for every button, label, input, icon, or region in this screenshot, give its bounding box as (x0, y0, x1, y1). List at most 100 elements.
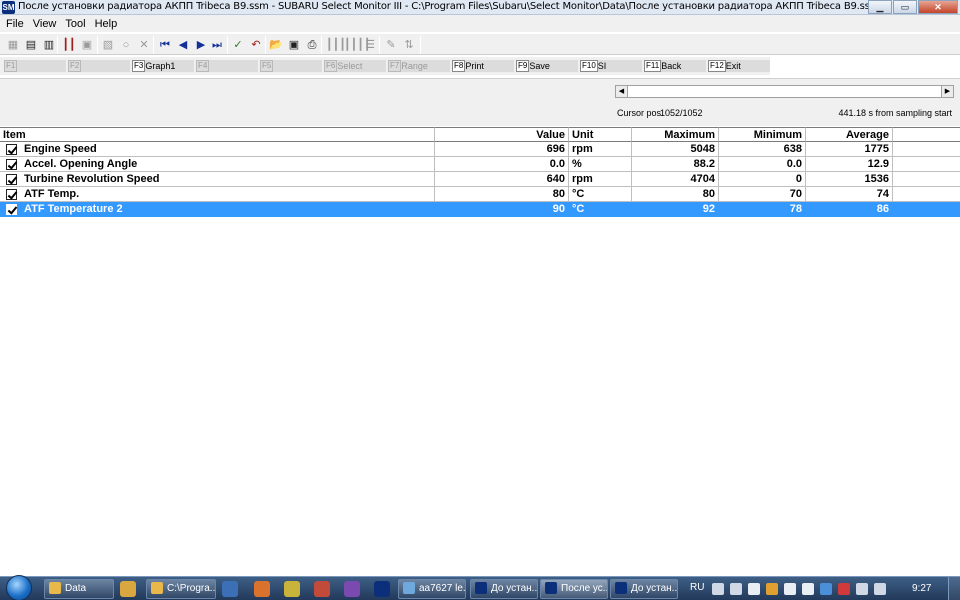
app-yellow-icon[interactable] (284, 581, 300, 597)
taskbar-task[interactable]: До устан... (610, 579, 678, 599)
tray-orange-icon[interactable] (766, 583, 778, 595)
digital-icon[interactable]: ▣ (79, 37, 95, 53)
cross-icon[interactable]: ✕ (136, 37, 152, 53)
tray-extra-icon[interactable] (874, 583, 886, 595)
check-icon[interactable]: ✓ (230, 37, 246, 53)
minimize-button[interactable]: ▁ (868, 0, 892, 14)
start-button[interactable] (6, 575, 32, 600)
row-checkbox[interactable] (6, 203, 17, 215)
data-list-icon[interactable]: ▦ (5, 37, 21, 53)
menu-tool[interactable]: Tool (62, 18, 91, 30)
table-row[interactable]: Turbine Revolution Speed 640 rpm 4704 0 1536 (0, 172, 960, 187)
row-checkbox[interactable] (6, 158, 17, 170)
subaru-icon[interactable] (374, 581, 390, 597)
tray-blue-icon[interactable] (820, 583, 832, 595)
scroll-right-icon[interactable]: ▶ (941, 85, 954, 98)
taskbar-task[interactable]: До устан... (470, 579, 538, 599)
horizontal-scrollbar[interactable]: ◀ ▶ (615, 85, 954, 98)
explorer-icon[interactable] (120, 581, 136, 597)
bars-icon[interactable]: ┃┃ (61, 37, 77, 53)
item-name: Engine Speed (24, 143, 97, 155)
graph-line-icon[interactable]: ▥ (41, 37, 57, 53)
open-icon[interactable]: 📂 (268, 37, 284, 53)
table-row[interactable]: Engine Speed 696 rpm 5048 638 1775 (0, 142, 960, 157)
cell-item: Engine Speed (0, 142, 435, 157)
fkey-f6: F6 Select (324, 60, 386, 72)
columns-icon[interactable]: ┃┃┃ (326, 37, 346, 53)
menu-help[interactable]: Help (92, 18, 124, 30)
task-label: aa7627 le... (419, 583, 466, 594)
media-icon[interactable] (222, 581, 238, 597)
print-icon[interactable]: ⎙ (304, 37, 320, 53)
cell-value: 0.0 (435, 157, 569, 172)
save-icon[interactable]: ▣ (286, 37, 302, 53)
taskbar-task[interactable]: Data (44, 579, 114, 599)
fkey-f9[interactable]: F9 Save (516, 60, 578, 72)
network-icon[interactable] (802, 583, 814, 595)
title-bar[interactable]: SM После установки радиатора АКПП Tribec… (0, 0, 960, 15)
header-unit[interactable]: Unit (569, 127, 632, 142)
shield-icon[interactable] (856, 583, 868, 595)
fkey-f11[interactable]: F11 Back (644, 60, 706, 72)
clock[interactable]: 9:27 (912, 583, 931, 594)
cell-min: 78 (719, 202, 806, 217)
volume-icon[interactable] (748, 583, 760, 595)
header-maximum[interactable]: Maximum (632, 127, 719, 142)
tray-red-icon[interactable] (838, 583, 850, 595)
fkey-action-label: Range (401, 61, 428, 71)
app-orange-icon[interactable] (254, 581, 270, 597)
header-item[interactable]: Item (0, 127, 435, 142)
table-row[interactable]: ATF Temperature 2 90 °C 92 78 86 (0, 202, 960, 217)
columns-wide-icon[interactable]: ┃┃┃┃ (344, 37, 371, 53)
mark-icon[interactable]: ▧ (100, 37, 116, 53)
prev-icon[interactable]: ◀ (175, 37, 191, 53)
fkey-f10[interactable]: F10 SI (580, 60, 642, 72)
task-label: До устан... (491, 583, 538, 594)
taskbar-task[interactable]: C:\Progra... (146, 579, 216, 599)
window-title: После установки радиатора АКПП Tribeca B… (18, 1, 880, 12)
row-checkbox[interactable] (6, 143, 17, 155)
first-icon[interactable]: ⏮ (157, 37, 173, 53)
header-value[interactable]: Value (435, 127, 569, 142)
fkey-f8[interactable]: F8 Print (452, 60, 514, 72)
fkey-f12[interactable]: F12 Exit (708, 60, 770, 72)
app-purple-icon[interactable] (344, 581, 360, 597)
language-indicator[interactable]: RU (690, 582, 704, 593)
taskbar-task[interactable]: aa7627 le... (398, 579, 466, 599)
toolbar-separator (265, 36, 266, 54)
fkey-key-label: F1 (4, 60, 18, 72)
header-minimum[interactable]: Minimum (719, 127, 806, 142)
fkey-action-label: Print (465, 61, 484, 71)
app-red-icon[interactable] (314, 581, 330, 597)
graph-icon[interactable]: ▤ (23, 37, 39, 53)
cell-value: 80 (435, 187, 569, 202)
row-checkbox[interactable] (6, 188, 17, 200)
flag-icon[interactable] (784, 583, 796, 595)
undo-icon[interactable]: ↶ (248, 37, 264, 53)
tray-app-icon[interactable] (712, 583, 724, 595)
next-icon[interactable]: ▶ (193, 37, 209, 53)
pen-icon[interactable]: ✎ (383, 37, 399, 53)
show-desktop-button[interactable] (948, 577, 960, 600)
header-average[interactable]: Average (806, 127, 893, 142)
table-row[interactable]: Accel. Opening Angle 0.0% 88.2 0.0 12.9 (0, 157, 960, 172)
fkey-f3[interactable]: F3 Graph1 (132, 60, 194, 72)
table-row[interactable]: ATF Temp. 80 °C 80 70 74 (0, 187, 960, 202)
row-checkbox[interactable] (6, 173, 17, 185)
cell-filler (893, 142, 960, 157)
sort-icon[interactable]: ⇅ (401, 37, 417, 53)
circle-icon[interactable]: ○ (118, 37, 134, 53)
cell-avg: 86 (806, 202, 893, 217)
fkey-action-label: Graph1 (145, 61, 176, 71)
menu-view[interactable]: View (30, 18, 63, 30)
cell-avg: 1775 (806, 142, 893, 157)
tray-device-icon[interactable] (730, 583, 742, 595)
maximize-button[interactable]: ▭ (893, 0, 917, 14)
close-button[interactable]: ✕ (918, 0, 958, 14)
last-icon[interactable]: ⏭ (209, 37, 225, 53)
menu-file[interactable]: File (3, 18, 30, 30)
taskbar-task[interactable]: После ус... (540, 579, 608, 599)
scroll-left-icon[interactable]: ◀ (615, 85, 628, 98)
rows-icon[interactable]: ☰ (362, 37, 378, 53)
item-name: ATF Temperature 2 (24, 203, 123, 215)
